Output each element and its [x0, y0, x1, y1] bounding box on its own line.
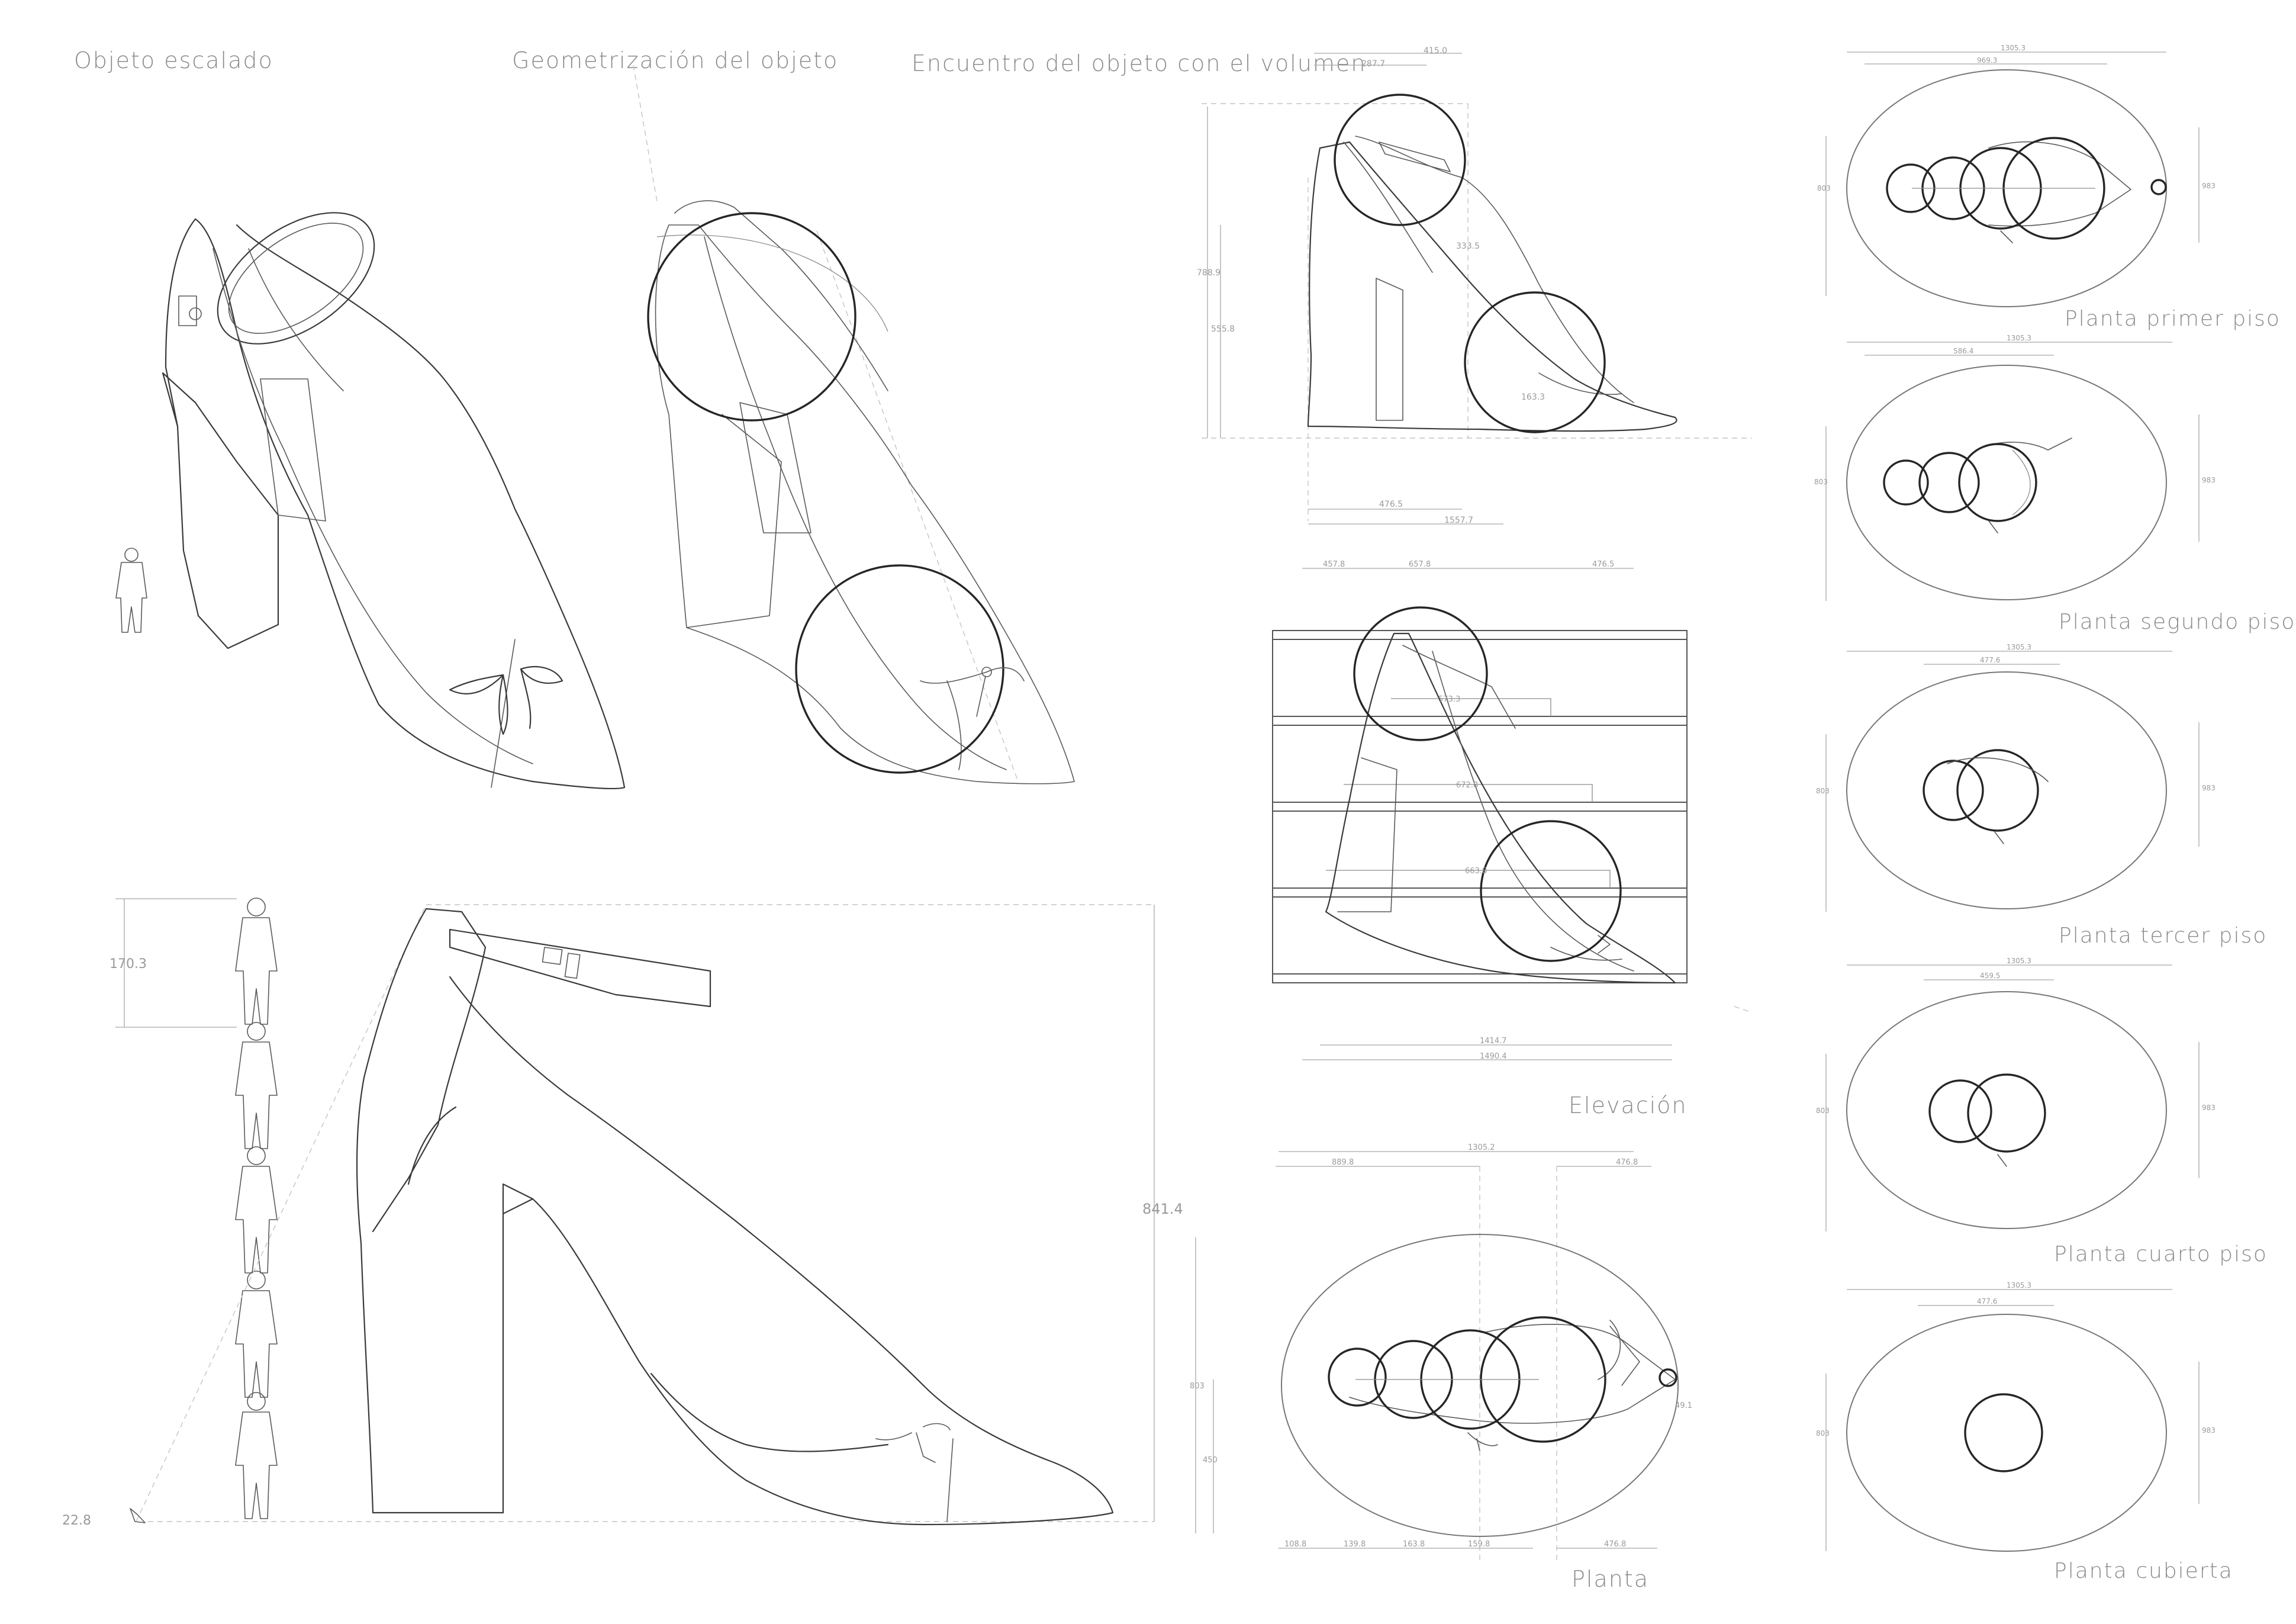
svg-text:803: 803 — [1817, 184, 1831, 192]
svg-text:159.8: 159.8 — [1468, 1540, 1490, 1549]
label-planta-cubierta: Planta cubierta — [2054, 1559, 2233, 1583]
svg-text:803: 803 — [1816, 1429, 1830, 1438]
title-scaled-object: Objeto escalado — [74, 47, 273, 73]
plan-second-floor: 1305.3 586.4 803 983 — [1814, 334, 2216, 601]
scaled-shoe-drawing — [162, 212, 626, 790]
main-floor-plan: 1305.2 889.8 476.8 803 450 49.1 108.8 13… — [1190, 1143, 1692, 1563]
title-geometrization: Geometrización del objeto — [512, 47, 838, 73]
drawing-sheet: Objeto escalado Geometrización del objet… — [62, 44, 2295, 1592]
svg-text:49.1: 49.1 — [1675, 1401, 1692, 1410]
svg-text:163.8: 163.8 — [1403, 1540, 1425, 1549]
human-figure-small — [115, 548, 147, 633]
label-elevacion: Elevación — [1569, 1092, 1688, 1118]
svg-text:139.8: 139.8 — [1344, 1540, 1366, 1549]
svg-text:983: 983 — [2202, 1104, 2216, 1112]
svg-text:788.9: 788.9 — [1197, 268, 1221, 278]
svg-text:1305.3: 1305.3 — [2007, 957, 2031, 965]
geometry-circle-lower — [795, 564, 1004, 774]
svg-text:983: 983 — [2202, 476, 2216, 484]
svg-text:1305.2: 1305.2 — [1468, 1143, 1495, 1152]
svg-text:1490.4: 1490.4 — [1480, 1052, 1507, 1061]
svg-text:1305.3: 1305.3 — [2007, 1281, 2031, 1289]
label-planta: Planta — [1572, 1566, 1649, 1592]
plan-circle-1 — [1328, 1348, 1387, 1407]
object-large-dimension: 841.4 — [1142, 1201, 1183, 1217]
svg-text:450: 450 — [1203, 1456, 1218, 1465]
svg-text:657.8: 657.8 — [1409, 560, 1431, 569]
svg-text:1414.7: 1414.7 — [1480, 1037, 1507, 1046]
object-small-dimension: 22.8 — [62, 1513, 91, 1528]
svg-text:663.8: 663.8 — [1465, 867, 1487, 876]
svg-text:333.5: 333.5 — [1456, 242, 1480, 251]
geometrized-shoe-drawing — [633, 65, 1075, 784]
scale-comparison: 170.3 22.8 841.4 — [62, 898, 1183, 1528]
svg-text:415.0: 415.0 — [1424, 46, 1447, 56]
elevation-circle-upper — [1334, 94, 1466, 226]
plan-roof: 1305.3 477.6 803 983 — [1816, 1281, 2216, 1552]
geometry-circle-upper — [647, 212, 856, 422]
svg-text:163.3: 163.3 — [1521, 393, 1545, 402]
svg-text:672.8: 672.8 — [1456, 781, 1478, 790]
plan-fourth-floor: 1305.3 459.5 803 983 — [1816, 957, 2216, 1231]
svg-text:1305.3: 1305.3 — [2001, 44, 2025, 52]
svg-text:476.5: 476.5 — [1379, 500, 1403, 509]
svg-text:1557.7: 1557.7 — [1444, 516, 1473, 525]
elevation-floors: 457.8 657.8 476.5 573.3 672.8 663.8 1414… — [1272, 560, 1753, 1061]
svg-text:573.3: 573.3 — [1438, 695, 1460, 704]
svg-text:287.7: 287.7 — [1361, 59, 1385, 69]
label-planta-segundo-piso: Planta segundo piso — [2059, 610, 2295, 634]
svg-text:969.3: 969.3 — [1977, 56, 1997, 65]
label-planta-cuarto-piso: Planta cuarto piso — [2054, 1242, 2268, 1266]
title-encounter: Encuentro del objeto con el volumen — [912, 50, 1366, 76]
svg-text:586.4: 586.4 — [1953, 347, 1973, 355]
svg-text:476.8: 476.8 — [1604, 1540, 1626, 1549]
svg-text:983: 983 — [2202, 1426, 2216, 1435]
encounter-elevation-top: 415.0 287.7 788.9 555.8 333.5 163.3 476.… — [1197, 46, 1752, 525]
svg-text:555.8: 555.8 — [1211, 324, 1235, 334]
svg-text:1305.3: 1305.3 — [2007, 643, 2031, 651]
elevation-circle-lower — [1464, 291, 1606, 433]
human-height-dimension: 170.3 — [110, 957, 147, 972]
plan-first-floor: 1305.3 969.3 803 983 — [1817, 44, 2216, 307]
floors-circle-upper — [1353, 606, 1488, 741]
human-figure-stack — [235, 898, 278, 1519]
plan-third-floor: 1305.3 477.6 803 983 — [1816, 643, 2216, 912]
svg-text:1305.3: 1305.3 — [2007, 334, 2031, 342]
large-shoe-drawing — [356, 908, 1114, 1526]
label-planta-primer-piso: Planta primer piso — [2065, 307, 2281, 331]
svg-text:803: 803 — [1816, 787, 1830, 795]
svg-text:476.5: 476.5 — [1592, 560, 1614, 569]
svg-text:889.8: 889.8 — [1332, 1158, 1354, 1167]
svg-text:983: 983 — [2202, 182, 2216, 190]
svg-text:983: 983 — [2202, 784, 2216, 792]
svg-text:457.8: 457.8 — [1323, 560, 1345, 569]
svg-text:803: 803 — [1816, 1107, 1830, 1115]
tiny-shoe-icon — [130, 1508, 146, 1523]
svg-text:476.8: 476.8 — [1616, 1158, 1638, 1167]
svg-text:459.5: 459.5 — [1980, 972, 2000, 980]
svg-text:108.8: 108.8 — [1284, 1540, 1306, 1549]
svg-text:803: 803 — [1190, 1382, 1205, 1391]
floors-circle-lower — [1480, 820, 1622, 962]
svg-text:477.6: 477.6 — [1980, 656, 2000, 664]
svg-text:803: 803 — [1814, 478, 1828, 486]
svg-text:477.6: 477.6 — [1977, 1297, 1997, 1305]
label-planta-tercer-piso: Planta tercer piso — [2059, 924, 2267, 948]
